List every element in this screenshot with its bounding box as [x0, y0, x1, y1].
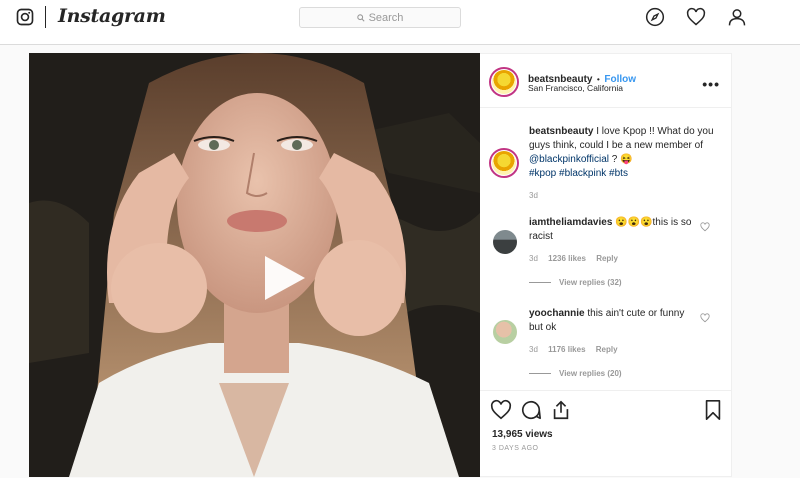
- logo-divider: [45, 6, 46, 28]
- caption-tail: ? 😝: [609, 154, 633, 165]
- like-icon[interactable]: [490, 399, 512, 421]
- comment-username[interactable]: yoochannie: [529, 308, 585, 319]
- replies-divider: [529, 373, 551, 375]
- comment-icon[interactable]: [520, 399, 542, 421]
- commenter-avatar[interactable]: [493, 320, 517, 344]
- instagram-glyph-icon[interactable]: [16, 8, 34, 26]
- comment-meta: 3d 1236 likes Reply: [529, 254, 618, 263]
- heart-icon[interactable]: [686, 7, 706, 27]
- caption-mention[interactable]: @blackpinkofficial: [529, 154, 609, 165]
- caption-username[interactable]: beatsnbeauty: [529, 126, 593, 137]
- commenter-avatar[interactable]: [493, 230, 517, 254]
- video-frame: [29, 53, 480, 477]
- profile-icon[interactable]: [727, 7, 747, 27]
- author-avatar[interactable]: [489, 67, 519, 97]
- share-icon[interactable]: [550, 399, 572, 421]
- location-link[interactable]: San Francisco, California: [528, 83, 623, 93]
- comment-body: iamtheliamdavies 😮😮😮this is so racist: [529, 216, 699, 244]
- comment-likes[interactable]: 1236 likes: [548, 254, 586, 263]
- post-header: beatsnbeauty • Follow San Francisco, Cal…: [480, 54, 732, 108]
- comment-username[interactable]: iamtheliamdavies: [529, 217, 612, 228]
- top-nav: Instagram Search: [0, 0, 800, 45]
- view-count[interactable]: 13,965 views: [492, 429, 553, 440]
- more-icon[interactable]: •••: [702, 76, 720, 92]
- caption: beatsnbeauty I love Kpop !! What do you …: [529, 125, 721, 181]
- compass-icon[interactable]: [645, 7, 665, 27]
- comment-age: 3d: [529, 345, 538, 354]
- comment-meta: 3d 1176 likes Reply: [529, 345, 618, 354]
- replies-divider: [529, 282, 551, 284]
- comment-body: yoochannie this ain't cute or funny but …: [529, 307, 699, 335]
- bookmark-icon[interactable]: [702, 399, 724, 421]
- comment-age: 3d: [529, 254, 538, 263]
- view-replies-button[interactable]: View replies (32): [529, 278, 622, 287]
- post-panel: beatsnbeauty • Follow San Francisco, Cal…: [480, 53, 732, 477]
- search-input[interactable]: Search: [299, 7, 461, 28]
- play-icon[interactable]: [257, 252, 309, 304]
- search-icon: [356, 13, 365, 22]
- instagram-wordmark[interactable]: Instagram: [58, 5, 166, 27]
- comment-like-icon[interactable]: [700, 313, 710, 323]
- comment-likes[interactable]: 1176 likes: [548, 345, 585, 354]
- comment-like-icon[interactable]: [700, 222, 710, 232]
- post-timestamp: 3 DAYS AGO: [492, 445, 539, 452]
- post-actions: 13,965 views 3 DAYS AGO: [480, 390, 732, 478]
- caption-hashtags[interactable]: #kpop #blackpink #bts: [529, 168, 628, 179]
- caption-age: 3d: [529, 191, 538, 200]
- avatar-image: [492, 70, 516, 94]
- reply-button[interactable]: Reply: [596, 345, 618, 354]
- caption-avatar[interactable]: [489, 148, 519, 178]
- reply-button[interactable]: Reply: [596, 254, 618, 263]
- search-placeholder: Search: [368, 11, 404, 24]
- view-replies-button[interactable]: View replies (20): [529, 369, 622, 378]
- avatar-image: [492, 151, 516, 175]
- post-video[interactable]: [29, 53, 480, 477]
